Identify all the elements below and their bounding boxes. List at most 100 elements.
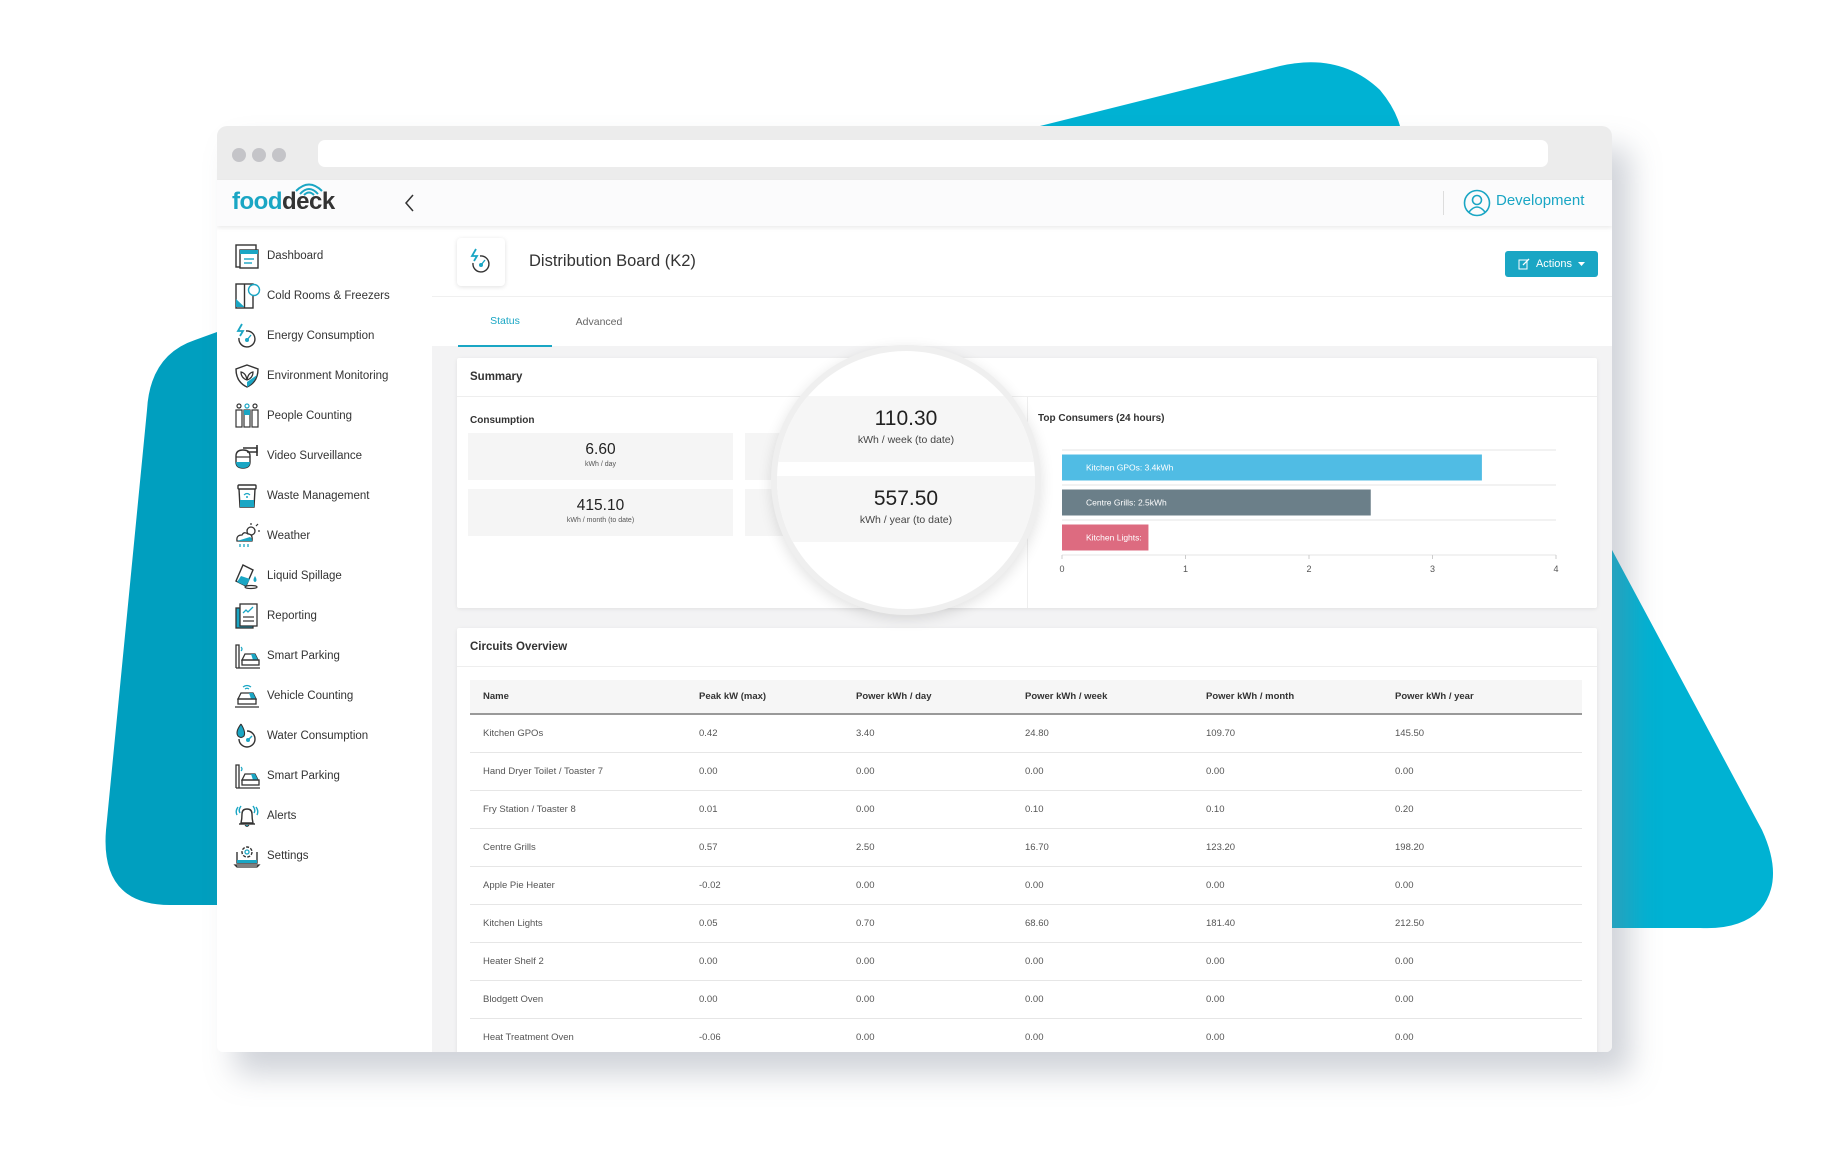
page-title: Distribution Board (K2) bbox=[529, 252, 696, 270]
window-dot-close[interactable] bbox=[232, 148, 246, 162]
table-row[interactable]: Apple Pie Heater -0.02 0.00 0.00 0.00 0.00 bbox=[470, 866, 1582, 905]
sidebar-item-label: Water Consumption bbox=[267, 730, 369, 742]
sidebar-item-vehicle-counting[interactable]: Vehicle Counting bbox=[233, 681, 353, 711]
sidebar-item-label: Energy Consumption bbox=[267, 330, 375, 342]
sidebar: Dashboard Cold Rooms & Freezers Energy C… bbox=[217, 226, 432, 1052]
x-tick-label: 2 bbox=[1306, 564, 1311, 574]
stat-unit: kWh / month (to date) bbox=[566, 517, 635, 524]
value-cell: 0.00 bbox=[1193, 752, 1382, 791]
column-header[interactable]: Power kWh / week bbox=[1012, 680, 1193, 715]
circuits-overview-card: Circuits Overview Name Peak kW (max) Pow… bbox=[457, 628, 1597, 1052]
value-cell: 0.70 bbox=[843, 904, 1012, 943]
chevron-left-icon bbox=[405, 194, 414, 212]
value-cell: 0.00 bbox=[686, 752, 843, 791]
column-header[interactable]: Name bbox=[470, 680, 686, 715]
value-cell: 0.00 bbox=[1193, 866, 1382, 905]
value-cell: 2.50 bbox=[843, 828, 1012, 867]
sidebar-item-water-consumption[interactable]: Water Consumption bbox=[233, 721, 368, 751]
tab-advanced[interactable]: Advanced bbox=[552, 297, 646, 347]
shield-leaf-icon bbox=[235, 364, 259, 388]
table-row[interactable]: Hand Dryer Toilet / Toaster 7 0.00 0.00 0.0… bbox=[470, 752, 1582, 791]
sidebar-item-label: Environment Monitoring bbox=[267, 370, 389, 382]
blob-top-right bbox=[1040, 62, 1400, 126]
window-dot-minimize[interactable] bbox=[252, 148, 266, 162]
sidebar-item-label: Weather bbox=[267, 530, 311, 542]
parking-icon bbox=[235, 764, 260, 789]
value-cell: 0.00 bbox=[1382, 942, 1582, 981]
camera-icon bbox=[235, 445, 258, 469]
value-cell: 16.70 bbox=[1012, 828, 1193, 867]
actions-dropdown-button[interactable]: Actions bbox=[1505, 251, 1598, 277]
table-row[interactable]: Centre Grills 0.57 2.50 16.70 123.20 198.20 bbox=[470, 828, 1582, 867]
fridge-icon bbox=[235, 283, 261, 309]
value-cell: 0.00 bbox=[1012, 866, 1193, 905]
sidebar-item-smart-parking-2[interactable]: Smart Parking bbox=[233, 761, 340, 791]
value-cell: 0.00 bbox=[1382, 980, 1582, 1019]
settings-icon bbox=[233, 846, 261, 868]
sidebar-item-waste-management[interactable]: Waste Management bbox=[233, 481, 369, 511]
wifi-wave-icon bbox=[295, 183, 323, 196]
value-cell: 24.80 bbox=[1012, 714, 1193, 753]
value-cell: 123.20 bbox=[1193, 828, 1382, 867]
value-cell: -0.02 bbox=[686, 866, 843, 905]
table-row[interactable]: Heater Shelf 2 0.00 0.00 0.00 0.00 0.00 bbox=[470, 942, 1582, 981]
sidebar-item-cold-rooms[interactable]: Cold Rooms & Freezers bbox=[233, 281, 390, 311]
sidebar-item-dashboard[interactable]: Dashboard bbox=[233, 241, 323, 271]
column-header[interactable]: Peak kW (max) bbox=[686, 680, 843, 715]
table-row[interactable]: Heat Treatment Oven -0.06 0.00 0.00 0.00 0.00 bbox=[470, 1018, 1582, 1052]
sidebar-item-environment-monitoring[interactable]: Environment Monitoring bbox=[233, 361, 388, 391]
sidebar-item-label: Smart Parking bbox=[267, 770, 340, 782]
value-cell: 0.00 bbox=[843, 790, 1012, 829]
collapse-sidebar-button[interactable] bbox=[400, 190, 420, 216]
sidebar-item-alerts[interactable]: Alerts bbox=[233, 801, 296, 831]
fooddeck-logo[interactable]: fooddeck bbox=[232, 183, 335, 216]
summary-title: Summary bbox=[470, 371, 523, 383]
sidebar-item-weather[interactable]: Weather bbox=[233, 521, 310, 551]
x-tick-label: 0 bbox=[1059, 564, 1064, 574]
address-bar[interactable] bbox=[318, 140, 1548, 167]
sidebar-item-video-surveillance[interactable]: Video Surveillance bbox=[233, 441, 362, 471]
sidebar-item-energy-consumption[interactable]: Energy Consumption bbox=[233, 321, 374, 351]
stat-value: 557.50 bbox=[873, 487, 939, 510]
header-divider bbox=[1443, 191, 1444, 215]
table-row[interactable]: Blodgett Oven 0.00 0.00 0.00 0.00 0.00 bbox=[470, 980, 1582, 1019]
sidebar-item-label: Cold Rooms & Freezers bbox=[267, 290, 390, 302]
sidebar-item-settings[interactable]: Settings bbox=[233, 841, 309, 871]
table-row[interactable]: Kitchen Lights 0.05 0.70 68.60 181.40 212.50 bbox=[470, 904, 1582, 943]
parking-icon bbox=[235, 644, 260, 669]
tab-bar: Status Advanced bbox=[432, 296, 1612, 347]
sidebar-item-liquid-spillage[interactable]: Liquid Spillage bbox=[233, 561, 342, 591]
column-header[interactable]: Power kWh / year bbox=[1382, 680, 1582, 715]
sidebar-item-label: Waste Management bbox=[267, 490, 370, 502]
value-cell: 0.00 bbox=[1193, 980, 1382, 1019]
user-menu[interactable]: Development bbox=[1496, 192, 1584, 209]
value-cell: 0.20 bbox=[1382, 790, 1582, 829]
consumption-label: Consumption bbox=[470, 415, 535, 426]
circuit-name-cell: Kitchen Lights bbox=[470, 904, 686, 943]
circuit-name-cell: Apple Pie Heater bbox=[470, 866, 686, 905]
sidebar-item-people-counting[interactable]: People Counting bbox=[233, 401, 352, 431]
value-cell: 0.00 bbox=[1012, 1018, 1193, 1052]
table-row[interactable]: Kitchen GPOs 0.42 3.40 24.80 109.70 145.50 bbox=[470, 714, 1582, 753]
sidebar-item-reporting[interactable]: Reporting bbox=[233, 601, 317, 631]
blob-left bbox=[105, 332, 217, 905]
window-dot-maximize[interactable] bbox=[272, 148, 286, 162]
column-header[interactable]: Power kWh / month bbox=[1193, 680, 1382, 715]
column-header[interactable]: Power kWh / day bbox=[843, 680, 1012, 715]
value-cell: 68.60 bbox=[1012, 904, 1193, 943]
value-cell: 0.00 bbox=[1193, 942, 1382, 981]
tab-status[interactable]: Status bbox=[458, 297, 552, 347]
bell-icon bbox=[235, 805, 259, 827]
x-tick-label: 3 bbox=[1430, 564, 1435, 574]
sidebar-item-label: Dashboard bbox=[267, 250, 324, 262]
report-icon bbox=[235, 603, 258, 629]
value-cell: 109.70 bbox=[1193, 714, 1382, 753]
bar-label: Kitchen GPOs: 3.4kWh bbox=[1086, 463, 1174, 473]
value-cell: 0.00 bbox=[843, 1018, 1012, 1052]
table-row[interactable]: Fry Station / Toaster 8 0.01 0.00 0.10 0.10 0… bbox=[470, 790, 1582, 829]
user-avatar-icon[interactable] bbox=[1463, 189, 1491, 217]
sidebar-item-smart-parking[interactable]: Smart Parking bbox=[233, 641, 340, 671]
value-cell: 0.00 bbox=[1382, 752, 1582, 791]
value-cell: 145.50 bbox=[1382, 714, 1582, 753]
card-divider bbox=[457, 666, 1597, 667]
